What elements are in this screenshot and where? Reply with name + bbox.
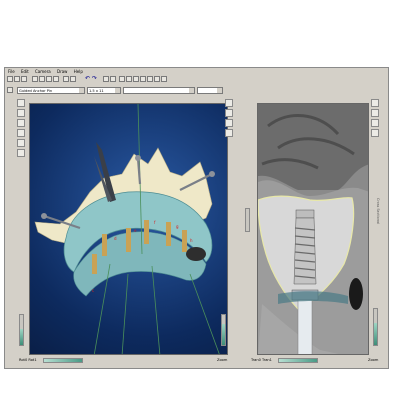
implant	[92, 254, 97, 274]
camera-icon[interactable]	[63, 76, 69, 82]
layers-icon[interactable]	[17, 149, 25, 157]
rotate-icon[interactable]	[110, 76, 116, 82]
left-view-bottom-label: Rot0 Rot1	[19, 358, 37, 362]
guide-line	[121, 273, 129, 354]
refresh-icon[interactable]	[225, 119, 233, 127]
3d-render-view[interactable]: c d e f g h	[29, 103, 228, 355]
left-view-horizontal-slider[interactable]	[43, 358, 83, 363]
guide-post	[297, 299, 313, 354]
open-icon[interactable]	[14, 76, 20, 82]
left-view-zoom-label: Zoom	[217, 358, 228, 362]
ct-slice-render	[258, 104, 368, 354]
empty-selector-2[interactable]	[197, 87, 223, 94]
jaw-model-render: c d e f g h	[34, 104, 220, 354]
menu-file[interactable]: File	[8, 69, 15, 74]
menu-bar: File Edit Camera Draw Help	[5, 68, 388, 75]
anchor-pin-head	[209, 171, 215, 177]
guide-line	[151, 265, 161, 354]
implant	[144, 220, 149, 244]
right-view-vertical-slider[interactable]	[373, 308, 378, 346]
menu-camera[interactable]: Camera	[35, 69, 51, 74]
zoom-slider-fill	[222, 324, 225, 345]
right-view-zoom-label: Zoom	[368, 358, 379, 362]
pointer-icon[interactable]	[70, 76, 76, 82]
molar-region	[186, 247, 206, 261]
left-view-vertical-slider[interactable]	[19, 314, 24, 346]
home-icon[interactable]	[17, 99, 25, 107]
pane-splitter[interactable]	[245, 208, 250, 232]
hand-icon[interactable]	[225, 109, 233, 117]
settings-icon[interactable]	[161, 76, 167, 82]
tooth-icon[interactable]	[17, 139, 25, 147]
view-icon[interactable]	[103, 76, 109, 82]
guide-line	[189, 273, 220, 354]
reset-icon[interactable]	[17, 109, 25, 117]
ring-icon[interactable]	[17, 129, 25, 137]
implant-head	[295, 209, 315, 219]
implant	[166, 222, 171, 246]
toolbar: ↶ ↷	[5, 75, 388, 85]
implant	[126, 228, 131, 252]
ct-cross-section-view[interactable]	[257, 103, 369, 355]
layout-icon[interactable]	[39, 76, 45, 82]
cross-sectional-label: Cross Sectional	[376, 198, 380, 224]
select-icon[interactable]	[119, 76, 125, 82]
anchor-pin-head	[41, 213, 47, 219]
right-view-horizontal-slider[interactable]	[278, 358, 318, 363]
right-slider-fill	[374, 323, 377, 345]
empty-selector-1[interactable]	[123, 87, 195, 94]
implant	[102, 234, 107, 256]
rotate-view-icon[interactable]	[371, 119, 379, 127]
select-arrow-icon[interactable]	[371, 99, 379, 107]
implant-label: c	[92, 288, 94, 293]
save-icon[interactable]	[21, 76, 27, 82]
size-selector[interactable]: 1.5 x 11	[87, 87, 121, 94]
menu-draw[interactable]: Draw	[57, 69, 67, 74]
measure-icon[interactable]	[126, 76, 132, 82]
options-bar: Guided Anchor Pin 1.5 x 11	[5, 86, 388, 95]
menu-edit[interactable]: Edit	[21, 69, 29, 74]
grid-icon[interactable]	[46, 76, 52, 82]
box-icon[interactable]	[147, 76, 153, 82]
redo-icon[interactable]: ↷	[92, 76, 98, 82]
snapshot-icon[interactable]	[371, 129, 379, 137]
tool-icon[interactable]	[7, 87, 13, 93]
left-view-zoom-slider[interactable]	[221, 314, 226, 346]
anchor-pin-head	[135, 155, 141, 161]
app-window: File Edit Camera Draw Help ↶ ↷ Guided An…	[4, 67, 389, 369]
pointer-icon[interactable]	[225, 99, 233, 107]
zoom-icon[interactable]	[133, 76, 139, 82]
left-slider-fill	[20, 328, 23, 345]
print-icon[interactable]	[32, 76, 38, 82]
implant-selector[interactable]: Guided Anchor Pin	[17, 87, 85, 94]
capture-icon[interactable]	[225, 129, 233, 137]
pan-icon[interactable]	[140, 76, 146, 82]
undo-icon[interactable]: ↶	[85, 76, 91, 82]
hand-tool-icon[interactable]	[371, 109, 379, 117]
menu-help[interactable]: Help	[74, 69, 83, 74]
screen-icon[interactable]	[53, 76, 59, 82]
cube-icon[interactable]	[154, 76, 160, 82]
ct-socket	[349, 278, 363, 310]
orbit-icon[interactable]	[17, 119, 25, 127]
right-view-bottom-label: Tran0 Tran1	[251, 358, 272, 362]
new-icon[interactable]	[7, 76, 13, 82]
implant	[182, 230, 187, 252]
